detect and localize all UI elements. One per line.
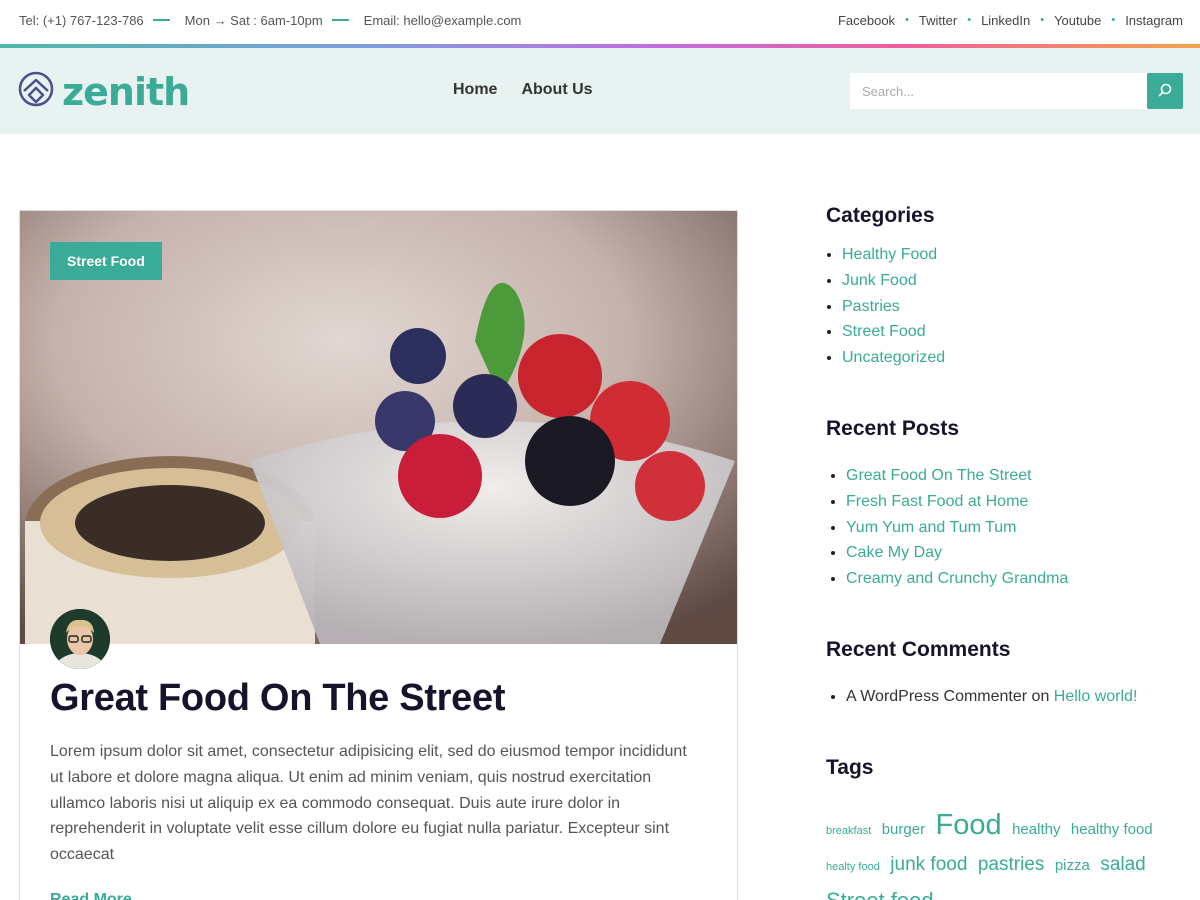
category-link-uncategorized[interactable]: Uncategorized xyxy=(842,349,945,366)
list-item: Yum Yum and Tum Tum xyxy=(846,515,1068,541)
category-link-street-food[interactable]: Street Food xyxy=(842,323,926,340)
recent-post-link[interactable]: Great Food On The Street xyxy=(846,467,1032,484)
social-link-twitter[interactable]: Twitter xyxy=(919,13,957,28)
recent-posts-list: Great Food On The Street Fresh Fast Food… xyxy=(830,463,1068,592)
social-link-facebook[interactable]: Facebook xyxy=(838,13,895,28)
site-logo[interactable]: zenith xyxy=(18,69,190,114)
recent-post-link[interactable]: Yum Yum and Tum Tum xyxy=(846,519,1016,536)
tag-link[interactable]: Food xyxy=(936,809,1002,841)
widget-title-recent-comments: Recent Comments xyxy=(826,638,1011,661)
separator-dash xyxy=(331,19,349,21)
top-info-bar: Tel: (+1) 767-123-786 Mon → Sat : 6am-10… xyxy=(0,0,1200,44)
comment-author: A WordPress Commenter xyxy=(846,688,1028,705)
tag-link[interactable]: healty food xyxy=(826,861,880,873)
separator-dot: • xyxy=(967,14,972,26)
list-item: Uncategorized xyxy=(842,345,945,371)
post-card: Street Food Great Food On The Street Lor… xyxy=(19,210,738,900)
category-link-healthy-food[interactable]: Healthy Food xyxy=(842,246,937,263)
list-item: Healthy Food xyxy=(842,242,945,268)
list-item: Junk Food xyxy=(842,268,945,294)
tag-link[interactable]: pizza xyxy=(1055,857,1090,874)
widget-title-tags: Tags xyxy=(826,756,874,779)
tag-link[interactable]: healthy xyxy=(1012,821,1060,838)
widget-title-recent-posts: Recent Posts xyxy=(826,417,960,440)
phone-text: Tel: (+1) 767-123-786 xyxy=(19,12,144,28)
tag-link[interactable]: breakfast xyxy=(826,825,871,837)
social-link-linkedin[interactable]: LinkedIn xyxy=(981,13,1030,28)
search-input[interactable] xyxy=(850,73,1147,109)
recent-post-link[interactable]: Cake My Day xyxy=(846,544,942,561)
post-title[interactable]: Great Food On The Street xyxy=(50,677,505,720)
category-link-pastries[interactable]: Pastries xyxy=(842,298,900,315)
separator-dash xyxy=(152,19,170,21)
read-more-link[interactable]: Read More xyxy=(50,891,132,900)
author-avatar[interactable] xyxy=(50,609,110,669)
separator-dot: • xyxy=(1040,14,1045,26)
post-excerpt: Lorem ipsum dolor sit amet, consectetur … xyxy=(50,743,687,864)
social-links: Facebook • Twitter • LinkedIn • Youtube … xyxy=(838,0,1183,40)
tag-link[interactable]: junk food xyxy=(890,854,967,875)
list-item: Pastries xyxy=(842,294,945,320)
list-item: A WordPress Commenter on Hello world! xyxy=(846,684,1137,710)
search-form xyxy=(850,73,1183,109)
tag-link[interactable]: burger xyxy=(882,821,925,838)
recent-post-link[interactable]: Fresh Fast Food at Home xyxy=(846,493,1028,510)
comment-post-link[interactable]: Hello world! xyxy=(1054,688,1138,705)
recent-comments-list: A WordPress Commenter on Hello world! xyxy=(830,684,1137,710)
category-link-junk-food[interactable]: Junk Food xyxy=(842,272,917,289)
social-link-instagram[interactable]: Instagram xyxy=(1125,13,1183,28)
tag-cloud: breakfast burger Food healthy healthy fo… xyxy=(826,808,1176,900)
search-button[interactable] xyxy=(1147,73,1183,109)
list-item: Cake My Day xyxy=(846,540,1068,566)
site-header: zenith Home About Us xyxy=(0,48,1200,134)
comment-on-text: on xyxy=(1031,688,1050,705)
separator-dot: • xyxy=(1111,14,1116,26)
list-item: Great Food On The Street xyxy=(846,463,1068,489)
widget-title-categories: Categories xyxy=(826,204,935,227)
email-text: Email: hello@example.com xyxy=(363,12,522,28)
tag-link[interactable]: healthy food xyxy=(1071,821,1153,838)
logo-text: zenith xyxy=(62,69,190,114)
nav-item-about-us[interactable]: About Us xyxy=(521,81,592,99)
category-tag-button[interactable]: Street Food xyxy=(50,242,162,280)
tag-link[interactable]: Street food xyxy=(826,888,934,900)
list-item: Fresh Fast Food at Home xyxy=(846,489,1068,515)
hours-text: Mon → Sat : 6am-10pm xyxy=(184,12,323,28)
tag-link[interactable]: pastries xyxy=(978,854,1045,875)
separator-dot: • xyxy=(905,14,909,26)
tag-link[interactable]: salad xyxy=(1100,854,1145,875)
logo-mark-icon xyxy=(18,71,54,112)
list-item: Creamy and Crunchy Grandma xyxy=(846,566,1068,592)
search-icon xyxy=(1157,82,1173,101)
recent-post-link[interactable]: Creamy and Crunchy Grandma xyxy=(846,570,1068,587)
list-item: Street Food xyxy=(842,319,945,345)
social-link-youtube[interactable]: Youtube xyxy=(1054,13,1101,28)
nav-item-home[interactable]: Home xyxy=(453,81,497,99)
main-nav: Home About Us xyxy=(453,81,593,99)
categories-list: Healthy Food Junk Food Pastries Street F… xyxy=(826,242,945,371)
contact-info: Tel: (+1) 767-123-786 Mon → Sat : 6am-10… xyxy=(19,0,521,40)
